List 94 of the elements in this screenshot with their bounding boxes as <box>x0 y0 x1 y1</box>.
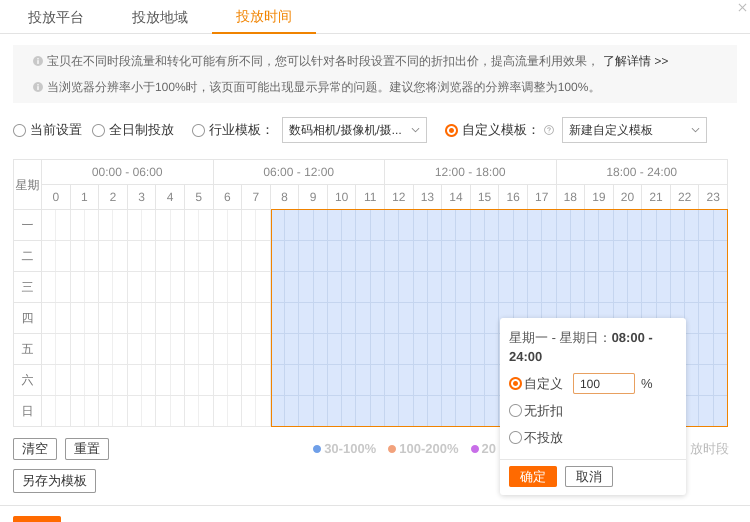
cancel-button[interactable]: 取消 <box>565 466 613 487</box>
time-slot[interactable] <box>699 241 728 272</box>
radio-button[interactable] <box>509 431 522 444</box>
dropdown[interactable]: 新建自定义模板 <box>562 117 707 143</box>
time-slot[interactable] <box>42 334 71 365</box>
radio-label: 行业模板： <box>209 121 274 140</box>
time-slot[interactable] <box>414 210 442 241</box>
percent-input[interactable]: 100 <box>573 373 635 394</box>
time-slot[interactable] <box>270 272 300 303</box>
time-slot[interactable] <box>128 210 156 241</box>
time-slot[interactable] <box>356 210 385 241</box>
time-slot[interactable] <box>242 365 271 396</box>
column-header: 12:00 - 18:00 <box>385 160 556 185</box>
radio-button[interactable] <box>13 124 26 136</box>
time-slot[interactable] <box>328 210 356 241</box>
time-slot[interactable] <box>470 210 500 241</box>
radio-label: 不投放 <box>524 428 563 447</box>
time-slot[interactable] <box>442 396 471 427</box>
column-header: 06:00 - 12:00 <box>214 160 385 185</box>
radio-button[interactable] <box>509 404 522 417</box>
time-slot[interactable] <box>356 396 385 427</box>
time-slot[interactable] <box>499 210 528 241</box>
time-slot[interactable] <box>270 396 300 427</box>
time-slot[interactable] <box>242 396 271 427</box>
time-slot[interactable] <box>385 396 414 427</box>
radio-label: 自定义 <box>524 374 563 393</box>
time-slot[interactable] <box>556 210 586 241</box>
time-slot[interactable] <box>270 303 300 334</box>
time-slot[interactable] <box>242 272 271 303</box>
time-slot[interactable] <box>99 210 128 241</box>
legend-label: 放时段 <box>690 440 729 458</box>
time-slot[interactable] <box>585 210 614 241</box>
tab[interactable]: 投放地域 <box>108 0 212 34</box>
time-slot[interactable] <box>385 210 414 241</box>
time-slot[interactable] <box>528 210 556 241</box>
time-slot[interactable] <box>670 210 700 241</box>
time-slot[interactable] <box>156 210 185 241</box>
time-slot[interactable] <box>214 210 242 241</box>
time-slot[interactable] <box>42 210 71 241</box>
dropdown[interactable]: 数码相机/摄像机/摄... <box>282 117 427 143</box>
time-slot[interactable] <box>184 210 214 241</box>
time-slot[interactable] <box>699 210 728 241</box>
time-slot[interactable] <box>414 396 442 427</box>
action-button[interactable]: 重置 <box>65 438 109 460</box>
help-icon[interactable] <box>544 125 554 135</box>
radio-button[interactable] <box>509 377 522 390</box>
radio-label: 全日制投放 <box>109 121 174 140</box>
time-slot[interactable] <box>614 210 642 241</box>
time-slot[interactable] <box>699 334 728 365</box>
time-slot[interactable] <box>642 210 671 241</box>
time-slot[interactable] <box>699 365 728 396</box>
column-header: 星期 <box>14 160 42 210</box>
unit-label: % <box>641 374 653 393</box>
tab[interactable]: 投放平台 <box>4 0 108 34</box>
notice-text: 当浏览器分辨率小于100%时，该页面可能出现显示异常的问题。建议您将浏览器的分辨率调整为100%。 <box>47 79 600 96</box>
radio-button[interactable] <box>445 124 458 136</box>
time-slot[interactable] <box>42 396 71 427</box>
time-slot[interactable] <box>299 210 328 241</box>
save-template-button[interactable]: 另存为模板 <box>13 469 96 493</box>
time-slot[interactable] <box>270 241 300 272</box>
column-header: 18:00 - 24:00 <box>556 160 728 185</box>
time-slot[interactable] <box>242 303 271 334</box>
time-slot[interactable] <box>42 365 71 396</box>
radio-label: 无折扣 <box>524 402 563 420</box>
time-slot[interactable] <box>270 334 300 365</box>
radio-label: 当前设置 <box>30 121 82 140</box>
popup-title: 星期一 - 星期日：08:00 - 24:00 <box>508 329 654 366</box>
time-slot[interactable] <box>270 210 300 241</box>
info-icon <box>33 82 43 92</box>
time-slot[interactable] <box>328 396 356 427</box>
time-slot[interactable] <box>70 210 100 241</box>
info-icon <box>33 56 43 66</box>
time-slot[interactable] <box>42 272 71 303</box>
time-slot[interactable] <box>699 272 728 303</box>
close-icon[interactable] <box>738 3 747 12</box>
time-slot[interactable] <box>270 365 300 396</box>
radio-button[interactable] <box>192 124 205 136</box>
caret-icon <box>411 127 420 133</box>
caret-icon <box>691 127 700 133</box>
radio-label: 自定义模板： <box>462 121 540 140</box>
time-slot[interactable] <box>442 210 471 241</box>
time-slot[interactable] <box>242 241 271 272</box>
time-slot[interactable] <box>42 241 71 272</box>
time-slot[interactable] <box>242 210 271 241</box>
time-slot[interactable] <box>699 303 728 334</box>
column-header: 00:00 - 06:00 <box>42 160 214 185</box>
time-slot[interactable] <box>42 303 71 334</box>
notice-text: 宝贝在不同时段流量和转化可能有所不同，您可以针对各时段设置不同的折扣出价，提高流量利用效果， <box>47 53 599 70</box>
action-button[interactable]: 清空 <box>13 438 57 460</box>
time-slot[interactable] <box>699 396 728 427</box>
time-slot[interactable] <box>242 334 271 365</box>
details-link[interactable]: 了解详情 >> <box>603 52 668 70</box>
time-slot[interactable] <box>299 396 328 427</box>
radio-button[interactable] <box>92 124 105 136</box>
